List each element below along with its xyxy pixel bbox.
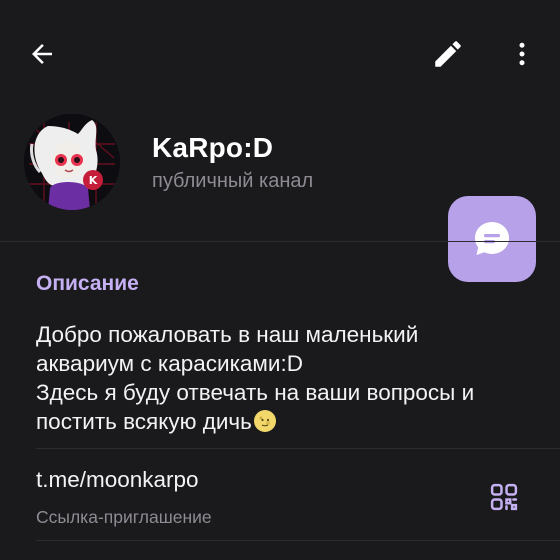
invite-link[interactable]: t.me/moonkarpo — [36, 467, 199, 493]
channel-info-section: Описание Добро пожаловать в наш маленьки… — [0, 242, 560, 560]
top-bar — [0, 0, 560, 110]
avatar[interactable]: K — [24, 114, 120, 210]
channel-avatar: K — [24, 114, 120, 210]
avatar-badge-letter: K — [89, 174, 98, 187]
moon-face-emoji — [253, 410, 276, 432]
qr-code-button[interactable] — [484, 477, 524, 517]
description-line-last: постить всякую дичь — [36, 407, 536, 436]
description-line: аквариум с карасиками:D — [36, 351, 303, 376]
section-divider — [36, 540, 560, 541]
channel-profile-screen: K KaRpo:D публичный канал Описание Добро… — [0, 0, 560, 560]
description-line: Здесь я буду отвечать на ваши вопросы и — [36, 380, 475, 405]
description-text: Добро пожаловать в наш маленький аквариу… — [36, 320, 536, 436]
edit-button[interactable] — [424, 30, 472, 78]
more-vertical-icon — [519, 42, 525, 66]
channel-type: публичный канал — [152, 170, 314, 192]
back-button[interactable] — [18, 32, 66, 76]
invite-link-label: Ссылка-приглашение — [36, 507, 212, 527]
arrow-left-icon — [32, 44, 52, 64]
pencil-icon — [435, 41, 461, 67]
invite-link-row[interactable]: t.me/moonkarpo Ссылка-приглашение — [0, 449, 560, 533]
channel-name: KaRpo:D — [152, 132, 274, 163]
description-line: Добро пожаловать в наш маленький — [36, 322, 419, 347]
description-line: постить всякую дичь — [36, 409, 252, 434]
description-header: Описание — [36, 272, 139, 295]
more-options-button[interactable] — [500, 30, 544, 78]
qr-code-icon — [490, 483, 518, 511]
